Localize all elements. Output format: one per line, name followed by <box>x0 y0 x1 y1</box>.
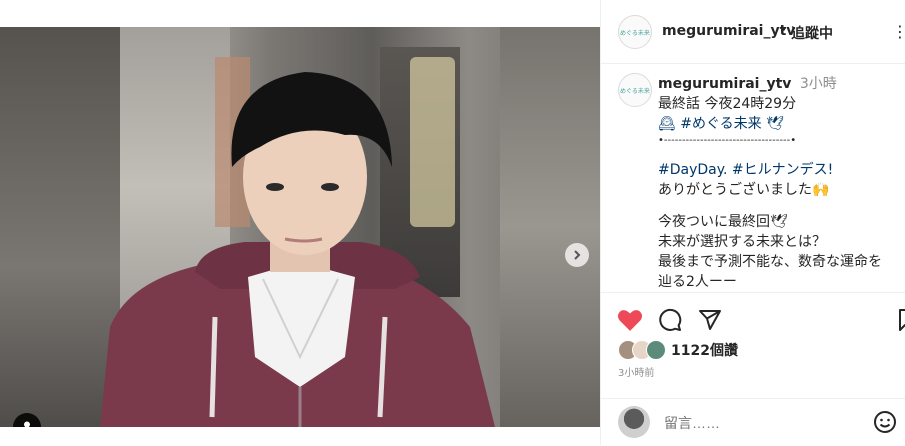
caption-line: 今夜ついに最終回🕊 <box>658 214 788 230</box>
caption-line: •-----------------------------------• <box>658 135 797 146</box>
carousel-next-button[interactable] <box>565 243 589 267</box>
caption-line: 🕰 #めぐる未来 🕊 <box>658 116 784 132</box>
caption-line: 最後まで予測不能な、数奇な運命を <box>658 254 882 270</box>
header-avatar[interactable]: めぐる未来 <box>618 15 652 49</box>
caption-line <box>658 200 903 212</box>
caption-line: 辿る2人ーー <box>658 274 737 290</box>
user-icon <box>24 421 30 427</box>
post-side-panel: めぐる未来 megurumirai_ytv • 追蹤中 ⋮ めぐる未来 megu… <box>600 0 905 445</box>
comment-input[interactable] <box>662 412 866 434</box>
caption: megurumirai_ytv 3小時 最終話 今夜24時29分 🕰 #めぐる未… <box>658 74 903 292</box>
caption-line: #DayDay. #ヒルナンデス! <box>658 162 834 178</box>
commenter-avatar <box>618 406 650 438</box>
follow-status-button[interactable]: 追蹤中 <box>791 23 833 43</box>
more-icon[interactable]: ⋮ <box>892 22 905 41</box>
caption-line: 最終話 今夜24時29分 <box>658 96 797 112</box>
action-bar <box>601 292 905 345</box>
avatar-text: めぐる未来 <box>620 87 650 95</box>
bookmark-icon[interactable] <box>899 308 905 332</box>
post-header: めぐる未来 megurumirai_ytv • 追蹤中 ⋮ <box>601 0 905 64</box>
heart-icon[interactable] <box>617 308 643 332</box>
caption-username[interactable]: megurumirai_ytv <box>658 76 791 92</box>
person-figure <box>100 72 495 427</box>
likes-count[interactable]: 1122個讚 <box>671 340 738 360</box>
share-icon[interactable] <box>698 308 722 332</box>
caption-avatar[interactable]: めぐる未来 <box>618 73 652 107</box>
chevron-right-icon <box>574 250 581 260</box>
emoji-icon[interactable] <box>873 410 897 434</box>
caption-head-line: megurumirai_ytv 3小時 <box>658 74 903 94</box>
caption-line: ありがとうございました🙌 <box>658 182 830 198</box>
caption-line <box>658 148 903 160</box>
header-separator: • <box>779 22 788 38</box>
header-username[interactable]: megurumirai_ytv <box>662 23 795 39</box>
caption-line: 未来が選択する未来とは？ <box>658 234 826 250</box>
post-photo[interactable] <box>0 27 600 427</box>
liker-avatars[interactable] <box>618 340 670 360</box>
post-time[interactable]: 3小時前 <box>618 364 654 379</box>
avatar-text: めぐる未来 <box>620 29 650 37</box>
liker-avatar <box>646 340 666 360</box>
caption-time: 3小時 <box>799 76 837 92</box>
comment-icon[interactable] <box>658 308 682 332</box>
